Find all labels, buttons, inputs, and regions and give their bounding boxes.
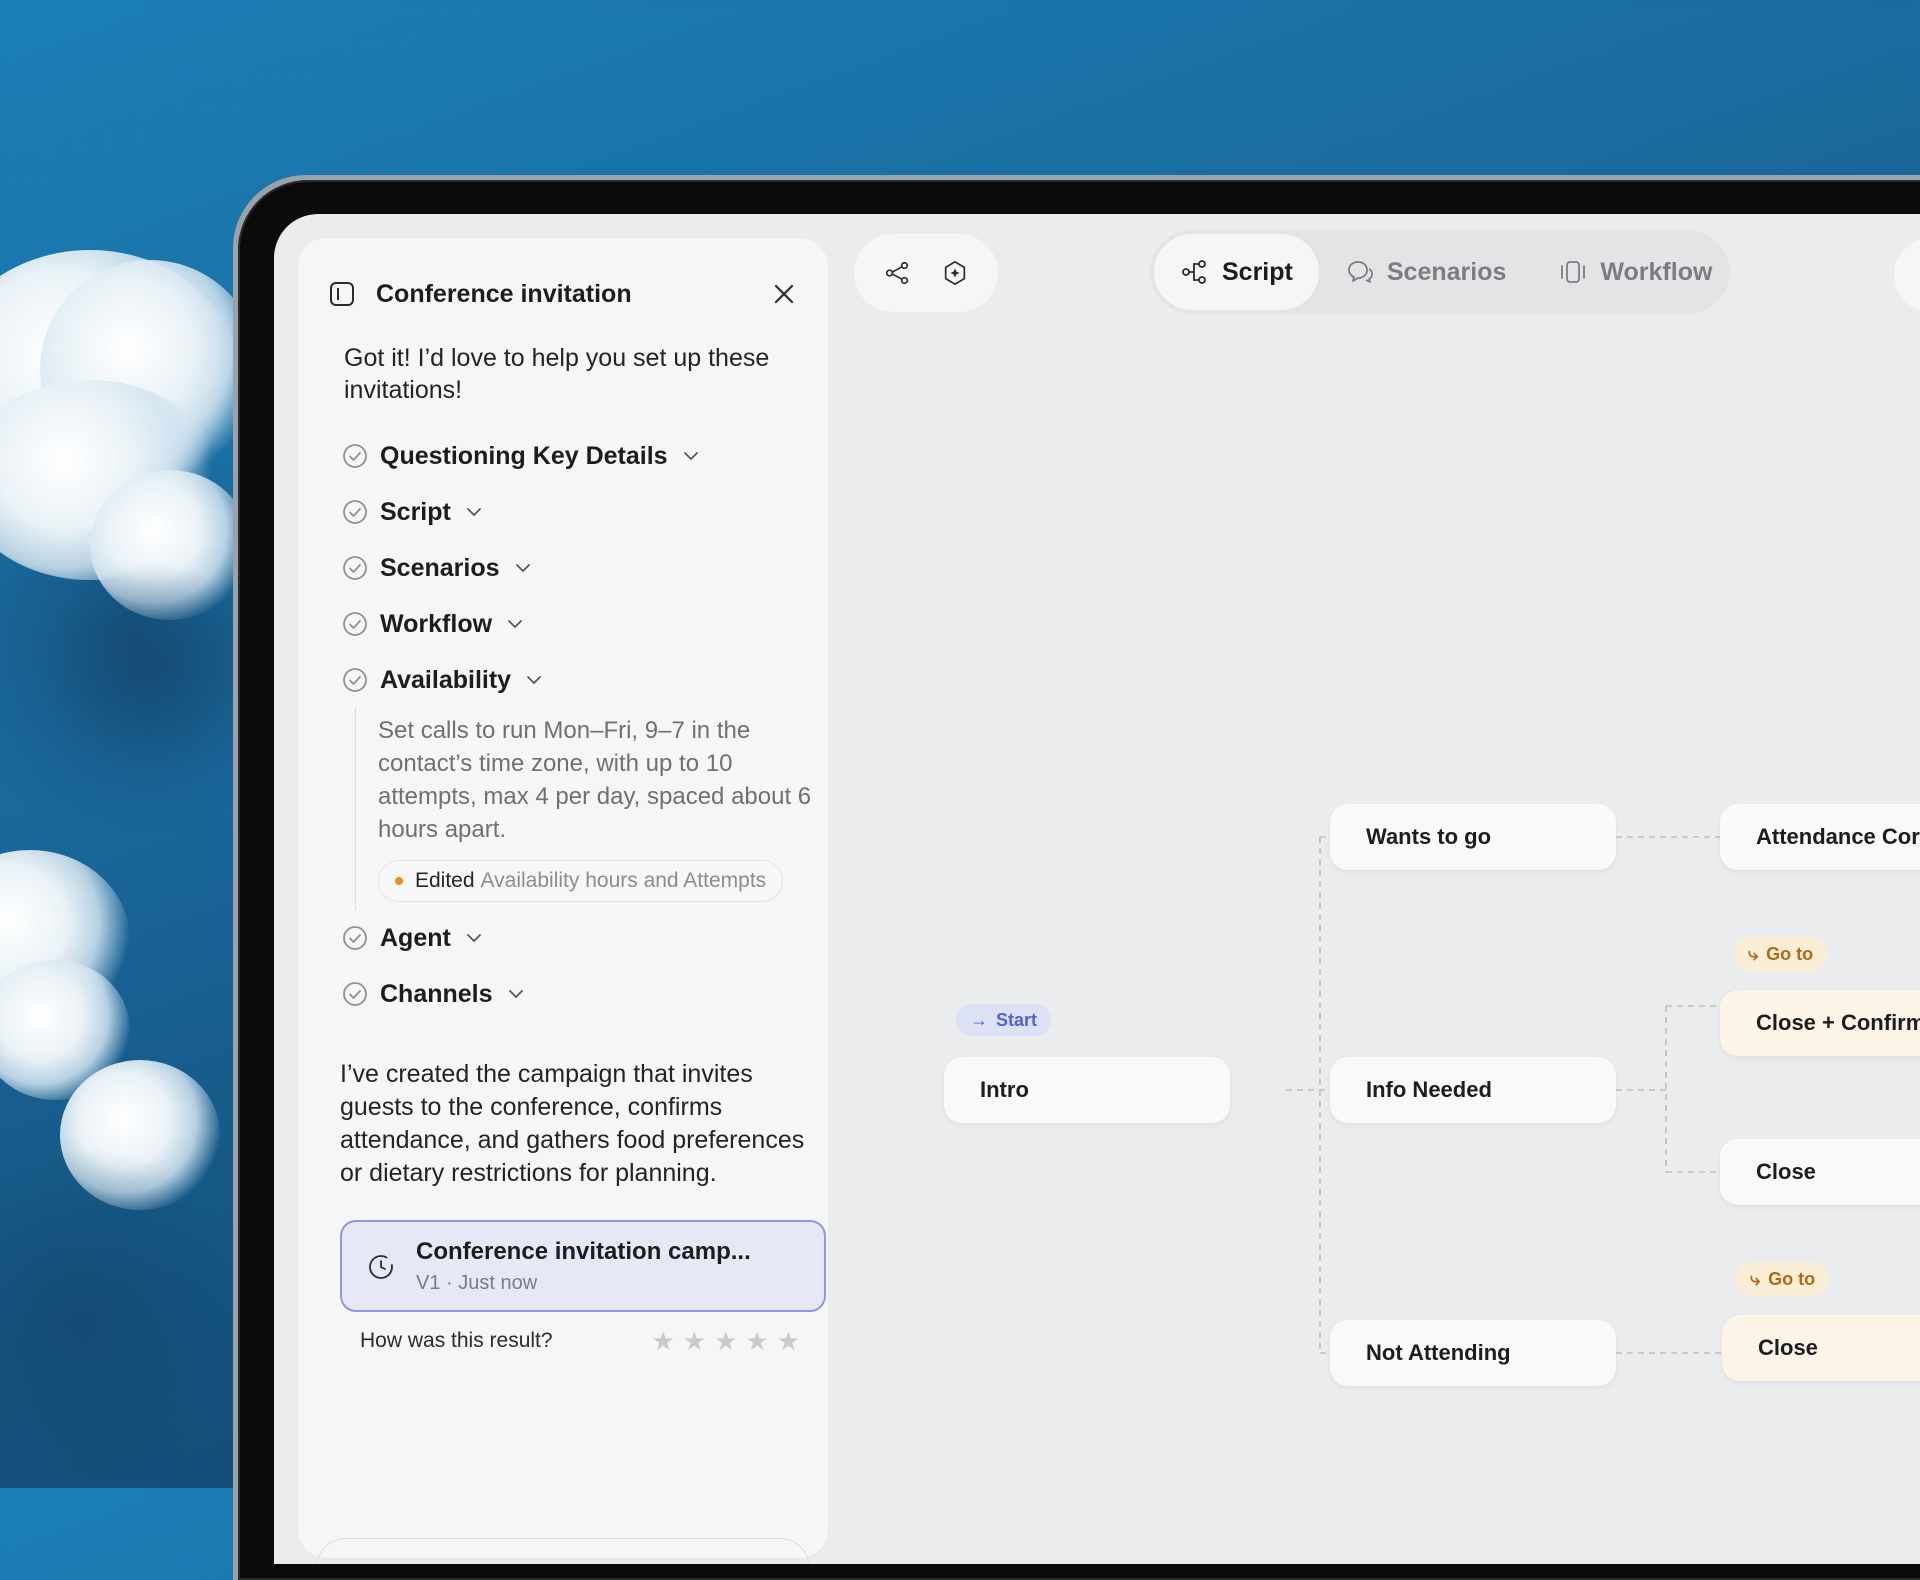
node-label: Close + Confirm bbox=[1756, 1010, 1920, 1035]
goto-label: Go to bbox=[1766, 943, 1814, 964]
flow-node-info-needed[interactable]: Info Needed bbox=[1330, 1057, 1616, 1123]
flow-node-intro[interactable]: Intro bbox=[944, 1057, 1230, 1123]
start-badge: → Start bbox=[956, 1004, 1052, 1036]
flow-node-close[interactable]: Close bbox=[1720, 1139, 1920, 1205]
node-label: Close bbox=[1756, 1159, 1816, 1184]
app-screen: Conference invitation Got it! I’d love t… bbox=[274, 214, 1920, 1564]
flow-node-close-confirm[interactable]: Close + Confirm bbox=[1720, 990, 1920, 1056]
arrow-right-icon: → bbox=[970, 1009, 988, 1030]
flow-node-close[interactable]: Close bbox=[1722, 1315, 1920, 1381]
route-icon: ⤷ bbox=[1750, 1268, 1761, 1289]
goto-label: Go to bbox=[1768, 1268, 1816, 1289]
node-label: Attendance Cor bbox=[1756, 824, 1920, 849]
goto-badge: ⤷ Go to bbox=[1734, 937, 1828, 971]
node-label: Close bbox=[1758, 1335, 1818, 1360]
goto-badge: ⤷ Go to bbox=[1736, 1262, 1830, 1296]
flow-connectors bbox=[1286, 836, 1722, 1354]
flow-node-not-attending[interactable]: Not Attending bbox=[1330, 1320, 1616, 1386]
flow-node-wants-to-go[interactable]: Wants to go bbox=[1330, 804, 1616, 870]
start-label: Start bbox=[996, 1009, 1038, 1030]
flow-node-attendance[interactable]: Attendance Cor bbox=[1720, 804, 1920, 870]
route-icon: ⤷ bbox=[1748, 943, 1759, 964]
node-label: Intro bbox=[980, 1077, 1029, 1102]
node-label: Not Attending bbox=[1366, 1340, 1511, 1365]
node-label: Wants to go bbox=[1366, 824, 1492, 849]
node-label: Info Needed bbox=[1366, 1077, 1492, 1102]
